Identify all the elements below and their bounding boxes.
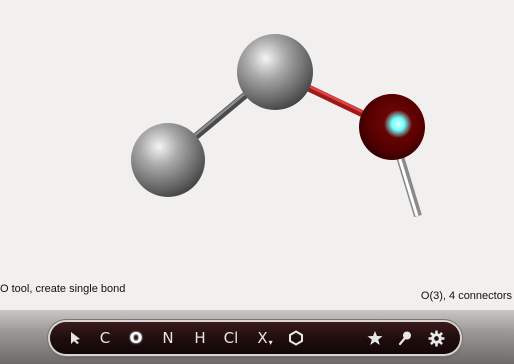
carbon-tool-button[interactable]: C <box>94 326 116 350</box>
pin-icon <box>398 331 411 346</box>
chevron-down-icon: ▾ <box>268 337 273 347</box>
favorite-tool-button[interactable] <box>364 326 386 350</box>
ring-tool-button[interactable] <box>284 326 308 350</box>
star-icon <box>367 331 383 345</box>
chlorine-tool-label: Cl <box>223 329 239 347</box>
tool-status-text: O tool, create single bond <box>0 283 126 295</box>
carbon-atom-1[interactable] <box>131 123 205 197</box>
other-element-tool-label: X <box>257 329 268 347</box>
molecule-viewport[interactable]: O tool, create single bond O(3), 4 conne… <box>0 0 514 310</box>
hydrogen-tool-button[interactable]: H <box>189 326 211 350</box>
nitrogen-tool-button[interactable]: N <box>157 326 179 350</box>
chlorine-tool-button[interactable]: Cl <box>218 326 244 350</box>
element-toolbar: C O N H Cl X ▾ <box>50 322 460 354</box>
carbon-atom-2[interactable] <box>237 34 313 110</box>
oxygen-tool-label: O <box>129 329 143 347</box>
arrow-cursor-icon <box>71 332 80 344</box>
select-tool-button[interactable] <box>64 326 86 350</box>
selection-glow <box>384 110 412 138</box>
settings-tool-button[interactable] <box>424 326 448 350</box>
nitrogen-tool-label: N <box>162 329 174 347</box>
gear-icon <box>428 330 444 346</box>
oxygen-tool-button[interactable]: O <box>124 326 148 350</box>
hexagon-icon <box>289 330 303 346</box>
bond-o-h-highlight <box>395 149 419 217</box>
carbon-tool-label: C <box>99 329 111 347</box>
atom-status-text: O(3), 4 connectors <box>420 290 512 302</box>
molecule-canvas[interactable] <box>0 0 514 310</box>
probe-tool-button[interactable] <box>394 326 416 350</box>
hydrogen-tool-label: H <box>194 329 206 347</box>
other-element-tool-button[interactable]: X ▾ <box>251 326 279 350</box>
